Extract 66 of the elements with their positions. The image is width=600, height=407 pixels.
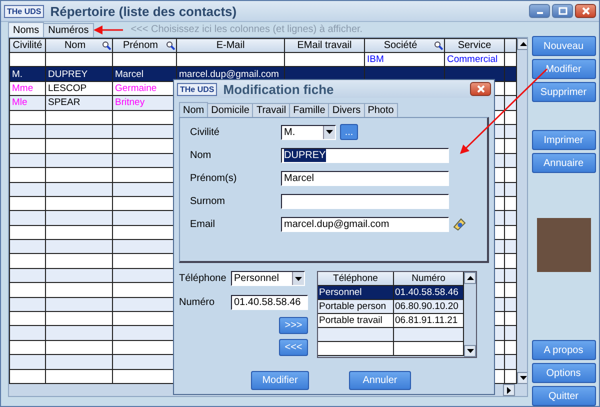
table-cell: marcel.dup@gmail.com [179, 68, 279, 80]
column-header[interactable]: Nom [46, 38, 112, 52]
scroll-down-icon[interactable] [464, 345, 476, 357]
tab[interactable]: Noms [8, 22, 44, 37]
tab[interactable]: Divers [328, 103, 365, 117]
app-logo: THe UDS [177, 82, 218, 96]
app-logo: THe UDS [4, 4, 44, 18]
field-label: Surnom [190, 196, 226, 206]
tab[interactable]: Photo [364, 103, 398, 117]
scroll-up-icon[interactable] [517, 38, 527, 50]
maximize-button[interactable] [552, 4, 573, 18]
table-cell: LESCOP [48, 82, 87, 94]
input-field[interactable]: marcel.dup@gmail.com [281, 216, 449, 232]
maximize-icon [558, 7, 568, 15]
dropdown-field[interactable]: M. [281, 124, 336, 140]
column-header[interactable]: Prénom [112, 38, 176, 52]
scroll-up-icon[interactable] [464, 272, 476, 284]
table-cell: Commercial [447, 54, 498, 66]
vertical-scrollbar[interactable] [464, 272, 476, 357]
table-cell: Mme [12, 82, 34, 94]
minimize-button[interactable] [529, 4, 550, 18]
search-icon [434, 41, 443, 50]
tab[interactable]: Travail [252, 103, 290, 117]
field-label: Nom [190, 150, 212, 160]
dialog-title: Modification fiche [223, 82, 335, 96]
dropdown-field[interactable]: Personnel [231, 271, 305, 286]
table-cell: Britney [115, 97, 145, 108]
table-cell: DUPREY [48, 68, 88, 80]
field-label: Téléphone [179, 273, 228, 284]
close-icon [476, 85, 486, 93]
column-header[interactable]: Civilité [10, 38, 46, 52]
input-field[interactable] [281, 194, 449, 208]
scroll-right-icon[interactable] [503, 384, 515, 396]
column-header[interactable]: Société [364, 38, 444, 52]
field-label: Prénom(s) [190, 172, 238, 184]
hint-text: <<< Choisissez ici les colonnes (et lignes) à afficher. [130, 24, 363, 35]
table-cell: IBM [367, 54, 384, 66]
column-header[interactable]: Service [444, 38, 504, 52]
table-cell: Marcel [115, 68, 144, 80]
input-field[interactable]: Marcel [281, 170, 449, 186]
search-icon [102, 41, 111, 50]
column-header[interactable]: E-Mail [176, 38, 284, 52]
input-field[interactable]: DUPREY [281, 148, 449, 162]
photo-placeholder [536, 218, 590, 272]
field-label: Email [190, 218, 216, 230]
table-cell: M. [12, 68, 23, 80]
annotation-arrow [94, 26, 123, 34]
scroll-down-icon[interactable] [517, 372, 527, 384]
input-field[interactable]: 01.40.58.58.46 [231, 295, 308, 310]
vertical-scrollbar[interactable] [517, 38, 527, 384]
tab[interactable]: Famille [289, 103, 330, 117]
column-header[interactable]: EMail travail [284, 38, 364, 52]
table-cell: Mle [12, 97, 28, 108]
more-button[interactable]: ... [340, 124, 358, 140]
window-title: Répertoire (liste des contacts) [50, 4, 238, 18]
close-button[interactable] [470, 82, 491, 96]
field-label: Numéro [179, 297, 216, 308]
search-icon [166, 41, 175, 50]
table-cell: SPEAR [48, 97, 80, 108]
tab[interactable]: Numéros [43, 23, 94, 37]
tab[interactable]: Nom [179, 102, 208, 117]
close-icon [580, 7, 590, 15]
field-label: Civilité [190, 126, 220, 138]
tab[interactable]: Domicile [207, 103, 254, 117]
table-cell: Germaine [115, 82, 157, 94]
close-button[interactable] [575, 4, 596, 18]
